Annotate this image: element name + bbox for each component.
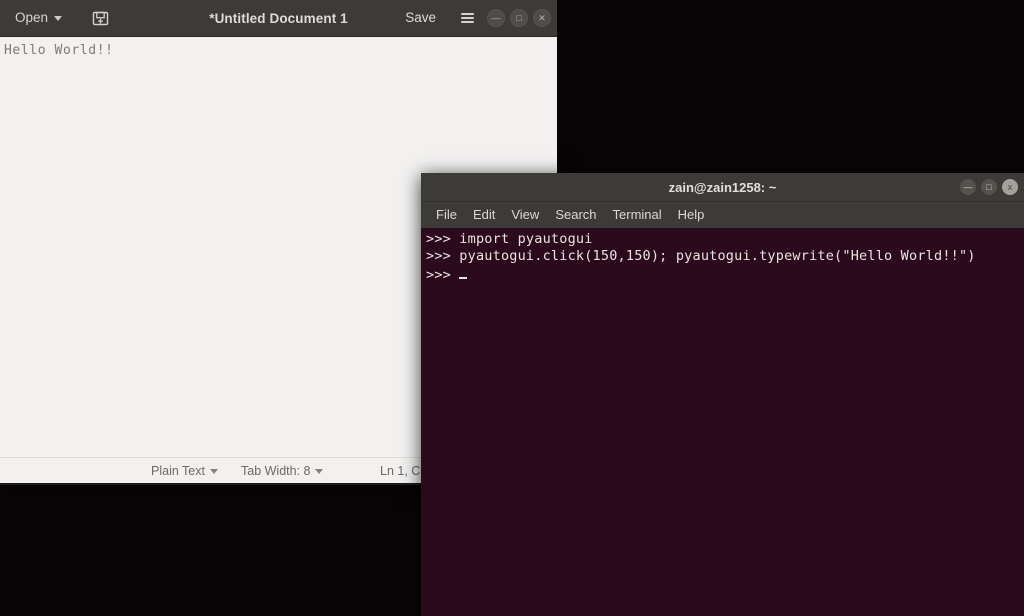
terminal-prompt-line: >>>	[426, 265, 1024, 284]
terminal-screen[interactable]: >>> import pyautogui >>> pyautogui.click…	[421, 228, 1024, 616]
language-label: Plain Text	[151, 463, 205, 478]
terminal-prompt: >>>	[426, 267, 460, 283]
minimize-button[interactable]: —	[487, 9, 505, 27]
save-button[interactable]: Save	[396, 7, 445, 29]
hamburger-menu-icon	[460, 11, 474, 25]
close-button[interactable]: ✕	[533, 9, 551, 27]
menu-edit[interactable]: Edit	[466, 204, 502, 226]
terminal-titlebar: zain@zain1258: ~ — □ x	[421, 173, 1024, 202]
tab-width-selector[interactable]: Tab Width: 8	[241, 463, 324, 478]
terminal-line: >>> pyautogui.click(150,150); pyautogui.…	[426, 248, 976, 264]
terminal-cursor	[459, 265, 468, 279]
save-document-icon	[92, 11, 108, 25]
terminal-window-controls: — □ x	[960, 179, 1018, 195]
terminal-line: >>> import pyautogui	[426, 231, 593, 247]
chevron-down-icon	[315, 469, 324, 474]
menu-file[interactable]: File	[429, 204, 464, 226]
open-button[interactable]: Open	[8, 7, 69, 29]
maximize-button[interactable]: □	[981, 179, 997, 195]
gedit-titlebar-right-group: Save — □ ✕	[396, 5, 551, 31]
gedit-titlebar: Open *Untitled Document 1 Save — □ ✕	[0, 0, 557, 37]
hamburger-menu-button[interactable]	[453, 5, 481, 31]
tab-width-label: Tab Width: 8	[241, 463, 311, 478]
minimize-button[interactable]: —	[960, 179, 976, 195]
cursor-position-label: Ln 1, C	[380, 463, 421, 478]
save-document-button[interactable]	[85, 5, 115, 31]
gedit-window-controls: — □ ✕	[487, 9, 551, 27]
menu-help[interactable]: Help	[671, 204, 712, 226]
terminal-window[interactable]: zain@zain1258: ~ — □ x File Edit View Se…	[421, 173, 1024, 616]
gedit-document-text: Hello World!!	[4, 43, 114, 58]
chevron-down-icon	[54, 16, 63, 21]
menu-search[interactable]: Search	[548, 204, 603, 226]
close-button[interactable]: x	[1002, 179, 1018, 195]
open-button-label: Open	[15, 10, 49, 25]
menu-terminal[interactable]: Terminal	[606, 204, 669, 226]
terminal-menubar: File Edit View Search Terminal Help	[421, 202, 1024, 228]
menu-view[interactable]: View	[504, 204, 546, 226]
maximize-button[interactable]: □	[510, 9, 528, 27]
desktop-background: Open *Untitled Document 1 Save — □ ✕ Hel…	[0, 0, 1024, 616]
language-selector[interactable]: Plain Text	[151, 464, 218, 478]
chevron-down-icon	[209, 469, 218, 474]
terminal-title: zain@zain1258: ~	[668, 179, 777, 195]
